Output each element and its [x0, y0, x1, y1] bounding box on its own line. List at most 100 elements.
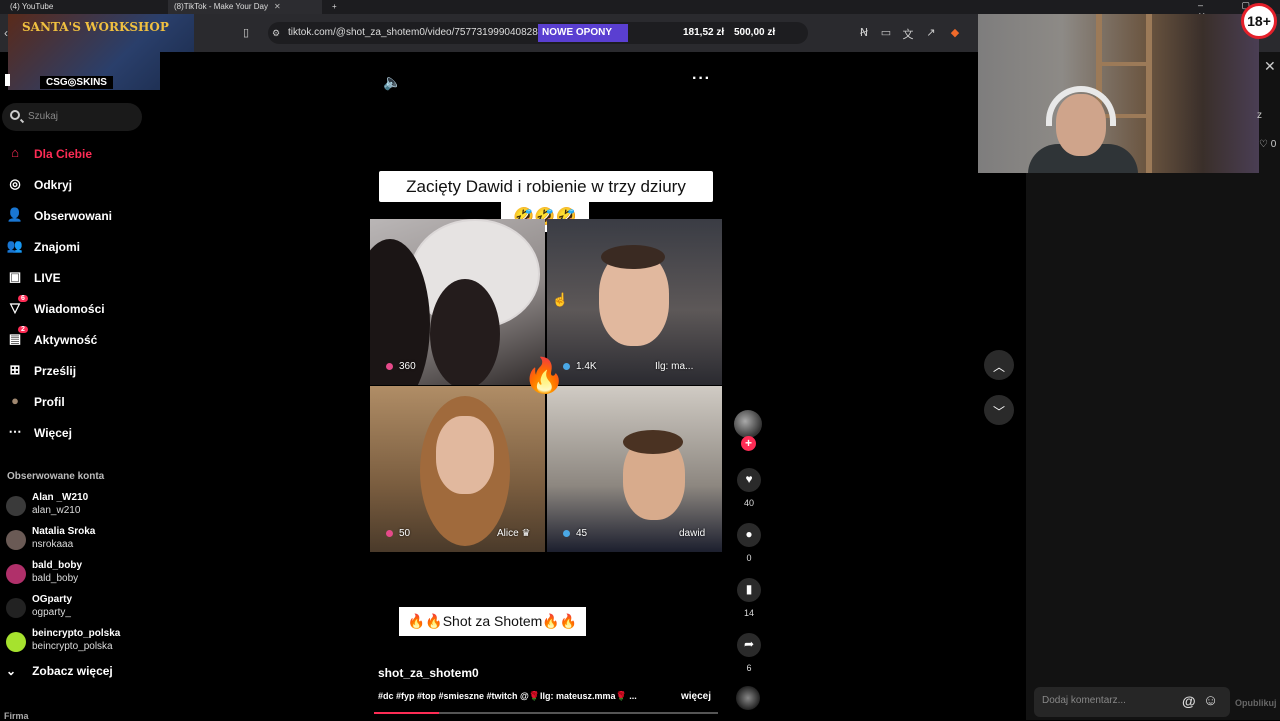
sidebar-item-following[interactable]: 👤 Obserwowani [6, 205, 156, 229]
account-username: bald_boby [32, 573, 79, 584]
comment-placeholder: Dodaj komentarz... [1042, 695, 1126, 706]
video-author[interactable]: shot_za_shotem0 [378, 666, 479, 680]
tab-tiktok[interactable]: (8)TikTok - Make Your Day ✕ [168, 0, 322, 14]
bookmark-icon[interactable]: ▯ [243, 26, 249, 39]
translate-icon[interactable]: 文 [901, 26, 915, 41]
sidebar-item-label: Dla Ciebie [34, 147, 93, 161]
creator-avatar[interactable] [734, 410, 762, 438]
ad-title: SANTA'S WORKSHOP [22, 20, 169, 34]
sidebar-item-friends[interactable]: 👥 Znajomi [6, 236, 156, 260]
gift-icon [386, 530, 393, 537]
mention-icon[interactable]: @ [1182, 693, 1196, 709]
save-button[interactable]: ▮ 14 [737, 578, 761, 618]
price-1: 181,52 zł [683, 27, 725, 38]
sidebar-item-profile[interactable]: ● Profil [6, 391, 156, 415]
video-progress-fill [374, 712, 440, 714]
webcam-overlay [978, 14, 1259, 173]
more-icon: ⋯ [8, 424, 22, 439]
avatar [6, 598, 26, 618]
viewer-count: 360 [386, 361, 416, 372]
heart-icon: ♥ [737, 468, 761, 492]
no-tracking-icon[interactable]: Ꞥ [857, 26, 871, 40]
comment-icon: ● [737, 523, 761, 547]
publish-button[interactable]: Opublikuj [1235, 698, 1277, 708]
home-icon: ⌂ [11, 145, 19, 160]
sidebar-item-live[interactable]: ▣ LIVE [6, 267, 156, 291]
sidebar-item-more[interactable]: ⋯ Więcej [6, 422, 156, 446]
browser-tab-bar: (4) YouTube (8)TikTok - Make Your Day ✕ +… [0, 0, 1280, 21]
next-video-button[interactable]: ﹀ [984, 395, 1014, 425]
account-username: beincrypto_polska [32, 641, 113, 652]
avatar [6, 530, 26, 550]
sidebar-item-label: Wiadomości [34, 302, 105, 316]
sidebar-item-home[interactable]: ⌂ Dla Ciebie [6, 143, 156, 167]
sidebar-item-label: Znajomi [34, 240, 81, 254]
account-name: beincrypto_polska [32, 628, 121, 639]
tab-label: (8)TikTok - Make Your Day [174, 2, 268, 11]
age-rating-badge: 18+ [1241, 3, 1277, 39]
more-options-icon[interactable]: ··· [692, 70, 711, 88]
viewer-count: 45 [563, 528, 587, 539]
url-text: tiktok.com/@shot_za_shotem0/video/757731… [288, 27, 555, 38]
count-value: 1.4K [576, 361, 597, 372]
followed-account-item[interactable]: Alan _W210 alan_w210 [6, 492, 156, 524]
previous-video-button[interactable]: ︿ [984, 350, 1014, 380]
close-icon[interactable]: ✕ [1264, 58, 1276, 75]
viewer-count: 1.4K [563, 361, 597, 372]
music-disc-icon[interactable] [736, 686, 760, 710]
share-button[interactable]: ➦ 6 [737, 633, 761, 673]
notification-badge: 2 [18, 326, 28, 333]
notification-badge: 6 [18, 295, 28, 302]
share-icon[interactable]: ↗ [924, 26, 938, 40]
video-grid-cell: 50 Alice ♛ [370, 386, 545, 552]
hair-shape [601, 245, 665, 269]
followed-account-item[interactable]: OGparty ogparty_ [6, 594, 156, 626]
profile-icon: ● [11, 393, 19, 408]
comment-input[interactable]: Dodaj komentarz... [1034, 687, 1230, 717]
emoji-icon[interactable]: ☺ [1203, 692, 1218, 709]
followed-account-item[interactable]: Natalia Sroka nsrokaaa [6, 526, 156, 558]
sidebar-item-compass[interactable]: ◎ Odkryj [6, 174, 156, 198]
sidebar-item-activity[interactable]: ▤ 2 Aktywność [6, 326, 156, 353]
account-username: ogparty_ [32, 607, 71, 618]
comment-button[interactable]: ● 0 [737, 523, 761, 563]
count-value: 45 [576, 528, 588, 539]
see-more-button[interactable]: ⌄ Zobacz więcej [6, 664, 113, 678]
account-name: OGparty [32, 594, 73, 605]
ad-subtitle: CSG◎SKINS [40, 76, 113, 89]
followed-account-item[interactable]: bald_boby bald_boby [6, 560, 156, 592]
new-tab-button[interactable]: + [326, 0, 343, 14]
sidebar-item-label: Obserwowani [34, 209, 113, 223]
side-text: z [1257, 110, 1262, 121]
price-2: 500,00 zł [734, 27, 776, 38]
hair-shape [623, 430, 683, 454]
follow-plus-icon[interactable]: + [741, 436, 756, 451]
sidebar-item-upload[interactable]: ⊞ Prześlij [6, 360, 156, 384]
activity-icon: ▤ [8, 331, 22, 346]
avatar [6, 632, 26, 652]
sidebar-item-label: Odkryj [34, 178, 73, 192]
followed-account-item[interactable]: beincrypto_polska beincrypto_polska [6, 628, 156, 660]
cast-icon[interactable]: ▭ [879, 26, 893, 40]
search-input[interactable]: Szukaj [2, 103, 142, 131]
like-button[interactable]: ♥ 40 [737, 468, 761, 508]
bookmark-icon: ▮ [737, 578, 761, 602]
fur-shape [430, 279, 500, 385]
sidebar-item-messages[interactable]: ▽ 6 Wiadomości [6, 295, 156, 322]
chevron-down-icon: ﹀ [992, 405, 1005, 419]
tab-youtube[interactable]: (4) YouTube [4, 0, 59, 14]
close-tab-icon[interactable]: ✕ [274, 2, 281, 11]
compass-icon: ◎ [9, 176, 21, 191]
chevron-down-icon: ⌄ [6, 664, 17, 678]
volume-icon[interactable]: 🔈 [383, 73, 402, 91]
sidebar-item-label: Aktywność [34, 333, 98, 347]
show-more-link[interactable]: więcej [681, 691, 711, 702]
brave-shield-icon[interactable]: ◆ [948, 26, 962, 40]
account-name: Alan _W210 [32, 492, 89, 503]
followed-accounts-title: Obserwowane konta [7, 471, 105, 482]
site-info-icon[interactable]: ⚙ [272, 28, 280, 39]
video-grid-cell: 360 [370, 219, 545, 385]
bookshelf-shape [1096, 62, 1152, 66]
side-like-count[interactable]: ♡ 0 [1259, 139, 1276, 150]
promo-banner[interactable]: NOWE OPONY [538, 24, 628, 42]
